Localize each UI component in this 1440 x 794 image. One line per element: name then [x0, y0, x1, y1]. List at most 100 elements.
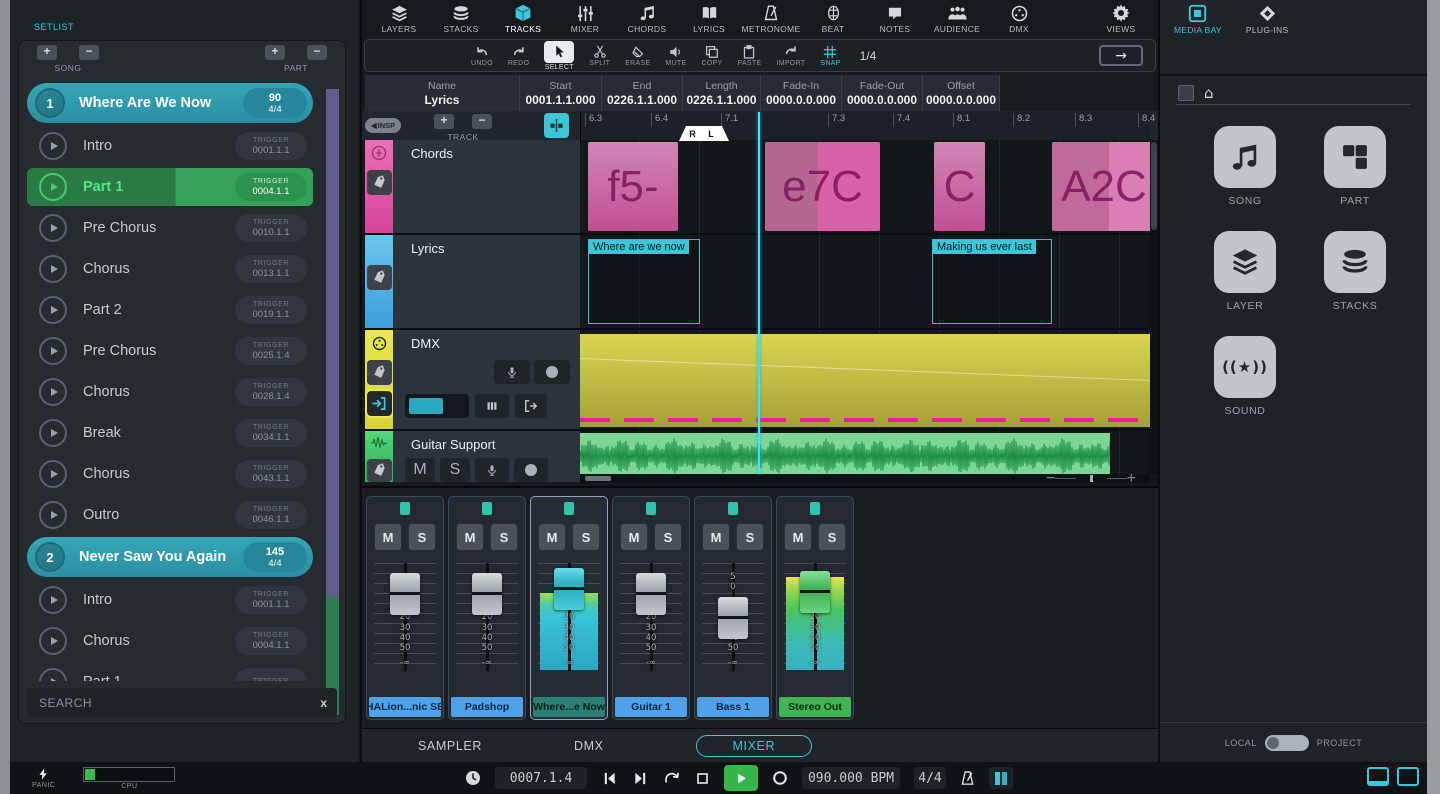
- guitar-record-enable-button[interactable]: [514, 458, 548, 482]
- record-button[interactable]: [772, 770, 788, 786]
- toolbar-tab-views[interactable]: VIEWS: [1090, 3, 1152, 34]
- channel-name-label[interactable]: Bass 1: [697, 697, 769, 717]
- right-tab-media-bay[interactable]: MEDIA BAY: [1174, 3, 1222, 35]
- vertical-scrollbar[interactable]: [1150, 140, 1158, 474]
- dmx-tag-button[interactable]: [367, 360, 392, 385]
- channel-mute-button[interactable]: M: [702, 523, 730, 551]
- previous-part-button[interactable]: [601, 771, 618, 786]
- lower-tab-mixer[interactable]: MIXER: [696, 735, 813, 757]
- toolbar-tab-layers[interactable]: LAYERS: [368, 3, 430, 34]
- channel-solo-button[interactable]: S: [408, 523, 436, 551]
- chords-track-header[interactable]: Chords: [393, 140, 580, 233]
- channel-name-label[interactable]: Stereo Out: [779, 697, 851, 717]
- panic-button[interactable]: PANIC: [32, 767, 55, 789]
- cycle-marker[interactable]: R L: [679, 126, 729, 141]
- part-play-button[interactable]: [39, 460, 67, 488]
- info-field-value[interactable]: Lyrics: [425, 93, 460, 107]
- media-item-button[interactable]: [1214, 231, 1276, 293]
- guitar-mute-button[interactable]: M: [405, 458, 435, 482]
- channel-solo-button[interactable]: S: [490, 523, 518, 551]
- part-row-part-1[interactable]: Part 1TRIGGER0004.1.1: [27, 168, 313, 206]
- dmx-display-mode-button[interactable]: [475, 394, 509, 418]
- search-input[interactable]: [37, 695, 320, 711]
- info-field-value[interactable]: 0000.0.0.000: [766, 93, 836, 107]
- guitar-audio-event[interactable]: [580, 433, 1110, 479]
- dmx-track-header[interactable]: DMX: [393, 330, 580, 429]
- chord-event[interactable]: f5-: [588, 142, 678, 231]
- edit-tool-import[interactable]: IMPORT: [776, 44, 805, 67]
- edit-tool-redo[interactable]: REDO: [508, 44, 529, 67]
- mixer-channel-bass-1[interactable]: MS504050-∞Bass 1: [694, 496, 772, 720]
- mixer-channel-halion-nic-se[interactable]: MS20304050-∞HALion...nic SE: [366, 496, 444, 720]
- part-row-chorus[interactable]: ChorusTRIGGER0004.1.1: [27, 622, 313, 660]
- media-item-song[interactable]: SONG: [1190, 126, 1300, 207]
- part-row-intro[interactable]: IntroTRIGGER0001.1.1: [27, 581, 313, 619]
- search-clear-button[interactable]: x: [320, 696, 327, 710]
- toolbar-tab-mixer[interactable]: MIXER: [554, 3, 616, 34]
- time-signature-display[interactable]: 4/4: [914, 767, 946, 789]
- toolbar-tab-notes[interactable]: NOTES: [864, 3, 926, 34]
- local-project-toggle[interactable]: [1265, 735, 1309, 751]
- level-meter-button[interactable]: [989, 767, 1013, 789]
- timeline-ruler[interactable]: R L 6.36.47.17.37.48.18.28.38.4: [580, 111, 1150, 140]
- info-field-value[interactable]: 0226.1.1.000: [607, 93, 677, 107]
- dmx-record-enable-button[interactable]: [534, 360, 570, 384]
- guitar-track-header[interactable]: Guitar SupportMS: [393, 431, 580, 482]
- v-scroll-thumb[interactable]: [1151, 142, 1157, 230]
- info-field-value[interactable]: 0001.1.1.000: [525, 93, 595, 107]
- media-item-button[interactable]: [1214, 126, 1276, 188]
- part-row-intro[interactable]: IntroTRIGGER0001.1.1: [27, 127, 313, 165]
- part-row-part-2[interactable]: Part 2TRIGGER0019.1.1: [27, 291, 313, 329]
- add-track-button[interactable]: +: [434, 114, 454, 129]
- snap-grid-value[interactable]: 1/4: [860, 49, 877, 63]
- channel-name-label[interactable]: Padshop: [451, 697, 523, 717]
- channel-solo-button[interactable]: S: [654, 523, 682, 551]
- setlist-minimap-scrollbar[interactable]: [326, 89, 339, 715]
- info-field-value[interactable]: 0000.0.0.000: [847, 93, 917, 107]
- dmx-track-lane[interactable]: [580, 330, 1158, 429]
- part-play-button[interactable]: [39, 586, 67, 614]
- toolbar-tab-audience[interactable]: AUDIENCE: [926, 3, 988, 34]
- channel-mute-button[interactable]: M: [784, 523, 812, 551]
- lyrics-track-header[interactable]: Lyrics: [393, 235, 580, 328]
- song-row[interactable]: 2Never Saw You Again1454/4: [27, 537, 313, 577]
- channel-solo-button[interactable]: S: [572, 523, 600, 551]
- part-play-button[interactable]: [39, 378, 67, 406]
- channel-fader-handle[interactable]: [472, 573, 502, 615]
- part-row-pre-chorus[interactable]: Pre ChorusTRIGGER0025.1.4: [27, 332, 313, 370]
- channel-fader-handle[interactable]: [554, 568, 584, 610]
- tempo-display[interactable]: 090.000 BPM: [802, 767, 900, 789]
- channel-name-label[interactable]: HALion...nic SE: [369, 697, 441, 717]
- channel-name-label[interactable]: Guitar 1: [615, 697, 687, 717]
- channel-solo-button[interactable]: S: [818, 523, 846, 551]
- part-row-chorus[interactable]: ChorusTRIGGER0028.1.4: [27, 373, 313, 411]
- part-play-button[interactable]: [39, 214, 67, 242]
- media-item-layer[interactable]: LAYER: [1190, 231, 1300, 312]
- chord-event[interactable]: e7C: [765, 142, 880, 231]
- guitar-tag-button[interactable]: [367, 459, 392, 482]
- channel-mute-button[interactable]: M: [538, 523, 566, 551]
- edit-tool-copy[interactable]: COPY: [701, 44, 722, 67]
- media-item-button[interactable]: [1324, 126, 1386, 188]
- guitar-solo-button[interactable]: S: [440, 458, 470, 482]
- media-item-sound[interactable]: ((★))SOUND: [1190, 336, 1300, 417]
- chord-event[interactable]: A2C: [1052, 142, 1156, 231]
- part-play-button[interactable]: [39, 627, 67, 655]
- channel-fader-handle[interactable]: [718, 597, 748, 639]
- mixer-channel-stereo-out[interactable]: MS20304050-∞Stereo Out: [776, 496, 854, 720]
- song-row[interactable]: 1Where Are We Now904/4: [27, 83, 313, 123]
- toolbar-tab-metronome[interactable]: METRONOME: [740, 3, 802, 34]
- chords-track-lane[interactable]: f5-e7CCA2C: [580, 140, 1158, 233]
- play-button[interactable]: [724, 765, 758, 791]
- part-row-chorus[interactable]: ChorusTRIGGER0013.1.1: [27, 250, 313, 288]
- part-play-button[interactable]: [39, 668, 67, 681]
- part-row-part-1[interactable]: Part 1TRIGGER: [27, 663, 313, 681]
- lyric-event[interactable]: Making us ever last: [932, 239, 1052, 324]
- dmx-mic-button[interactable]: [494, 360, 530, 384]
- channel-solo-button[interactable]: S: [736, 523, 764, 551]
- media-item-button[interactable]: [1324, 231, 1386, 293]
- lyric-event[interactable]: Where are we now: [588, 239, 700, 324]
- mixer-channel-padshop[interactable]: MS20304050-∞Padshop: [448, 496, 526, 720]
- dmx-output-button[interactable]: [515, 394, 547, 418]
- remove-track-button[interactable]: −: [472, 114, 492, 129]
